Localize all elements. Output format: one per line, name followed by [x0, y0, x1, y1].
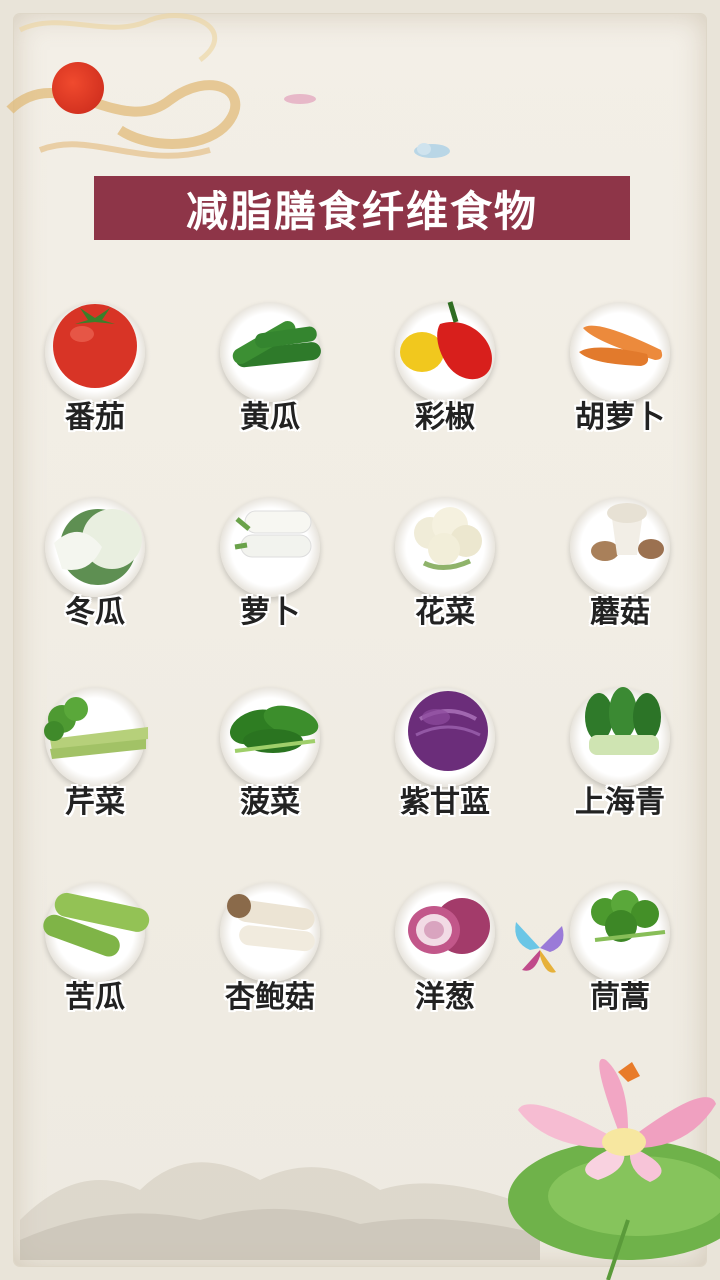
food-item-red-cabbage: 紫甘蓝	[360, 673, 530, 823]
red-cabbage-icon	[408, 691, 488, 771]
food-item-king-oyster-mushroom: 杏鲍菇	[185, 868, 355, 1018]
food-label: 彩椒	[415, 400, 475, 435]
food-label: 蘑菇	[590, 595, 650, 630]
blue-cloud-icon	[414, 143, 450, 158]
spinach-icon	[229, 705, 319, 753]
food-label: 花菜	[415, 595, 475, 630]
food-item-bok-choy: 上海青	[535, 673, 705, 823]
food-label: 菠菜	[240, 785, 300, 820]
food-item-tomato: 番茄	[10, 288, 180, 438]
food-label: 上海青	[575, 785, 665, 820]
food-item-spinach: 菠菜	[185, 673, 355, 823]
red-sun-icon	[52, 62, 104, 114]
food-item-carrot: 胡萝卜	[535, 288, 705, 438]
food-item-onion: 洋葱	[360, 868, 530, 1018]
food-item-bell-pepper: 彩椒	[360, 288, 530, 438]
food-item-bitter-melon: 苦瓜	[10, 868, 180, 1018]
radish-icon	[234, 510, 312, 558]
title-banner: 减脂膳食纤维食物	[94, 176, 630, 240]
celery-icon	[44, 697, 148, 759]
bitter-melon-icon	[43, 892, 150, 957]
cucumber-icon	[232, 321, 321, 368]
food-label: 胡萝卜	[575, 400, 665, 435]
bell-pepper-icon	[400, 301, 492, 380]
food-label: 紫甘蓝	[400, 785, 490, 820]
food-label: 杏鲍菇	[225, 980, 315, 1015]
pink-cloud-icon	[284, 94, 316, 104]
food-label: 黄瓜	[240, 400, 300, 435]
food-item-radish: 萝卜	[185, 483, 355, 633]
king-oyster-mushroom-icon	[227, 894, 315, 952]
food-grid: 番茄 黄瓜 彩椒 胡萝卜 冬瓜 萝卜 花菜 蘑菇 芹菜 菠菜 紫甘蓝 上海青 苦…	[0, 288, 720, 1048]
lotus-flower-decoration	[508, 1058, 720, 1280]
onion-icon	[408, 898, 490, 954]
food-label: 芹菜	[65, 785, 125, 820]
golden-swirl-decoration	[6, 13, 241, 159]
food-item-celery: 芹菜	[10, 673, 180, 823]
food-label: 冬瓜	[65, 595, 125, 630]
food-label: 洋葱	[415, 980, 475, 1015]
cauliflower-icon	[414, 507, 482, 570]
tomato-icon	[53, 304, 137, 388]
food-label: 苦瓜	[65, 980, 125, 1015]
crown-daisy-icon	[591, 890, 666, 942]
ink-mountain-decoration	[20, 1162, 540, 1260]
bok-choy-icon	[585, 687, 661, 755]
food-item-mushroom: 蘑菇	[535, 483, 705, 633]
food-label: 萝卜	[240, 595, 300, 630]
food-item-winter-melon: 冬瓜	[10, 483, 180, 633]
food-item-cucumber: 黄瓜	[185, 288, 355, 438]
mushroom-icon	[591, 503, 664, 561]
winter-melon-icon	[54, 509, 142, 585]
butterfly-icon	[515, 922, 564, 973]
carrot-icon	[579, 325, 663, 366]
page-title: 减脂膳食纤维食物	[185, 186, 538, 236]
food-item-cauliflower: 花菜	[360, 483, 530, 633]
food-label: 番茄	[65, 400, 125, 435]
